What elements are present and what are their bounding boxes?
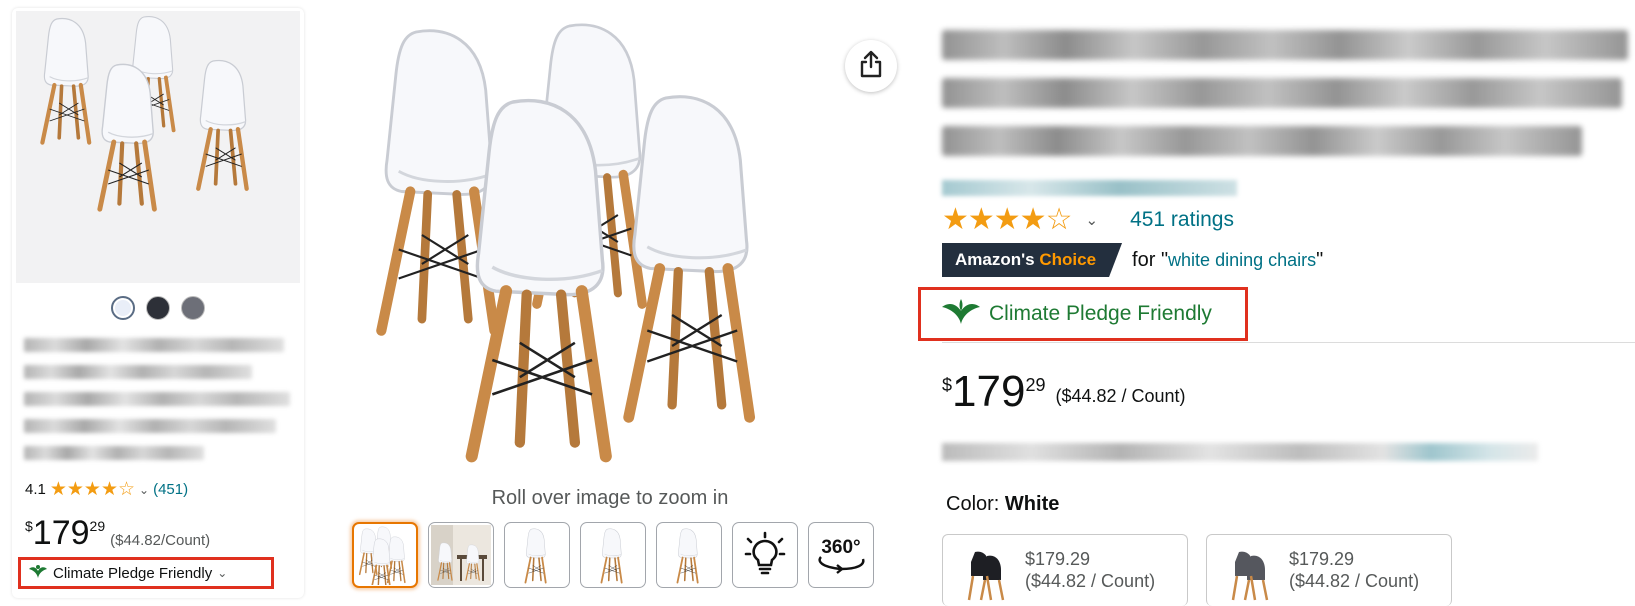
- store-link-redacted[interactable]: [942, 180, 1237, 196]
- choice-for-text: for "white dining chairs": [1132, 248, 1324, 271]
- product-title-redacted: [942, 30, 1632, 174]
- thumbnail-dining-scene[interactable]: [428, 522, 494, 588]
- price-symbol: $: [942, 375, 953, 395]
- option-price: $179.29: [1025, 549, 1091, 569]
- product-price: $ 179 29 ($44.82 / Count): [942, 370, 1186, 414]
- climate-pledge-icon: [941, 297, 981, 331]
- choice-word: Choice: [1039, 250, 1097, 269]
- ratings-count-link[interactable]: 451 ratings: [1130, 208, 1234, 232]
- color-option-gray[interactable]: $179.29 ($44.82 / Count): [1206, 534, 1452, 606]
- 360-view-icon: 360°: [813, 529, 869, 582]
- chevron-down-icon[interactable]: ⌄: [1085, 211, 1098, 229]
- product-card-image[interactable]: [16, 11, 300, 283]
- product-card-rating[interactable]: 4.1 ★★★★☆ ⌄ (451): [25, 480, 188, 499]
- thumbnail-single-chair[interactable]: [504, 522, 570, 588]
- climate-pledge-badge[interactable]: Climate Pledge Friendly: [918, 287, 1248, 341]
- divider: [942, 342, 1635, 343]
- option-per-unit: ($44.82 / Count): [1025, 571, 1156, 591]
- thumbnail-single-chair-side[interactable]: [656, 522, 722, 588]
- svg-text:360°: 360°: [821, 537, 860, 558]
- option-per-unit: ($44.82 / Count): [1289, 571, 1420, 591]
- thumbnail-lightbulb[interactable]: [732, 522, 798, 588]
- color-option-thumbnail: [967, 551, 1005, 601]
- price-whole: 179: [32, 514, 90, 552]
- option-price: $179.29: [1289, 549, 1355, 569]
- climate-pledge-label: Climate Pledge Friendly: [53, 564, 213, 582]
- rating-value: 4.1: [25, 481, 46, 498]
- color-swatches: [12, 296, 304, 320]
- rating-count-link[interactable]: (451): [153, 481, 188, 498]
- star-rating-icon[interactable]: ★★★★☆: [942, 205, 1072, 235]
- swatch-black[interactable]: [146, 296, 170, 320]
- option-price-block: $179.29 ($44.82 / Count): [1289, 548, 1419, 592]
- product-card-price: $ 179 29 ($44.82/Count): [25, 516, 210, 550]
- option-price-block: $179.29 ($44.82 / Count): [1025, 548, 1155, 592]
- color-label: Color:: [946, 493, 1000, 515]
- color-option-black[interactable]: $179.29 ($44.82 / Count): [942, 534, 1188, 606]
- price-per-unit: ($44.82/Count): [110, 532, 211, 549]
- color-selection-label: Color: White: [946, 493, 1059, 516]
- product-card[interactable]: 4.1 ★★★★☆ ⌄ (451) $ 179 29 ($44.82/Count…: [12, 8, 304, 598]
- main-product-image[interactable]: [370, 18, 850, 480]
- chevron-down-icon[interactable]: ⌄: [217, 566, 227, 580]
- color-value: White: [1004, 493, 1060, 515]
- swatch-white[interactable]: [111, 296, 135, 320]
- climate-pledge-badge-small[interactable]: Climate Pledge Friendly ⌄: [18, 557, 274, 589]
- price-per-unit: ($44.82 / Count): [1055, 386, 1186, 406]
- price-whole: 179: [952, 367, 1026, 416]
- climate-pledge-label: Climate Pledge Friendly: [989, 302, 1212, 325]
- star-rating-icon: ★★★★☆: [49, 479, 136, 500]
- price-symbol: $: [25, 518, 33, 534]
- amazons-choice-row: Amazon's Choice for "white dining chairs…: [942, 243, 1323, 277]
- thumbnail-360-view[interactable]: 360°: [808, 522, 874, 588]
- chevron-down-icon[interactable]: ⌄: [139, 483, 149, 497]
- share-icon: [858, 50, 884, 83]
- rating-row: ★★★★☆ ⌄ 451 ratings: [942, 205, 1234, 235]
- zoom-hint: Roll over image to zoom in: [491, 487, 729, 509]
- product-card-title-redacted[interactable]: [24, 338, 294, 473]
- delivery-info-redacted: [942, 443, 1538, 461]
- thumbnail-strip: 360°: [352, 522, 874, 588]
- share-button[interactable]: [845, 40, 897, 92]
- thumbnail-chairs-set[interactable]: [352, 522, 418, 588]
- choice-brand: Amazon's: [955, 250, 1035, 269]
- color-option-thumbnail: [1231, 551, 1269, 601]
- price-fraction: 29: [1025, 375, 1046, 395]
- amazons-choice-badge[interactable]: Amazon's Choice: [942, 243, 1122, 277]
- choice-query-link[interactable]: white dining chairs: [1168, 250, 1316, 270]
- climate-pledge-icon: [28, 563, 48, 583]
- swatch-gray[interactable]: [181, 296, 205, 320]
- lightbulb-icon: [741, 529, 789, 582]
- thumbnail-single-chair-front[interactable]: [580, 522, 646, 588]
- price-fraction: 29: [89, 518, 106, 534]
